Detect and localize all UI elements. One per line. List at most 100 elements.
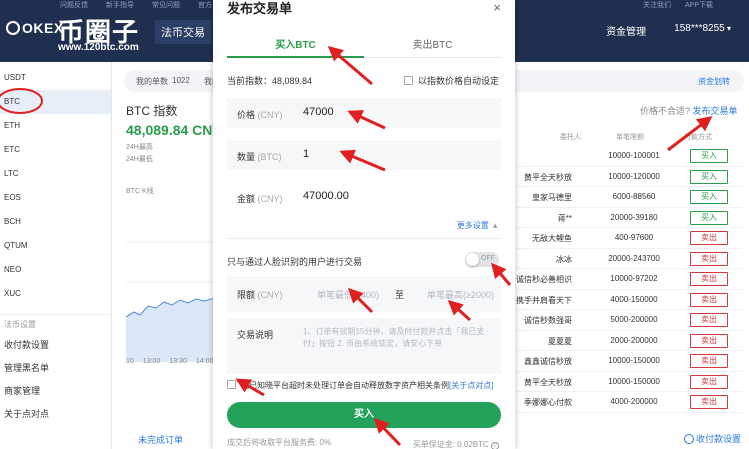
trader-name[interactable]: 季娜娜心付款 [516, 397, 572, 408]
quantity-unit: (BTC) [257, 152, 282, 162]
table-row: 夏夏夏 2000-200000 卖出 [512, 331, 742, 351]
post-order-link[interactable]: 发布交易单 [693, 106, 738, 116]
table-row: 诚信秒数强哥 5000-200000 卖出 [512, 310, 742, 331]
toggle-knob [466, 253, 479, 266]
trader-name[interactable]: 黄平全天秒放 [516, 377, 572, 388]
row-sell-button[interactable]: 卖出 [690, 292, 728, 307]
trader-name[interactable]: 夏夏夏 [516, 336, 572, 347]
row-buy-button[interactable]: 买入 [690, 149, 728, 163]
row-limit: 6000-88560 [612, 192, 656, 201]
trader-name[interactable]: 皇家马德里 [516, 192, 572, 203]
table-row: 黄平全天秒放 10000-120000 买入 [512, 167, 742, 187]
quantity-input[interactable]: 1 [303, 148, 309, 160]
face-verify-label: 只与通过人脸识别的用户进行交易 [227, 257, 363, 267]
sidebar-item-payment-settings[interactable]: 收付款设置 [0, 334, 111, 357]
my-orders-value: 1022 [172, 76, 190, 85]
account-menu[interactable]: 158***8255 [674, 23, 731, 38]
row-limit: 10000-150000 [608, 356, 660, 365]
top-small-menu: 问题反馈 新手指导 常见问题 官方公告 [60, 0, 226, 9]
sidebar-coin-etc[interactable]: ETC [0, 138, 111, 162]
menu-faq[interactable]: 常见问题 [152, 0, 180, 9]
trader-name[interactable]: 无敌大鲤鱼 [516, 233, 572, 244]
quantity-label: 数量 [237, 152, 256, 162]
okex-logo[interactable]: OKEX [6, 20, 64, 36]
sidebar-coin-btc[interactable]: BTC [0, 90, 111, 114]
menu-guide[interactable]: 新手指导 [106, 0, 134, 9]
payment-settings-link[interactable]: 收付款设置 [684, 432, 741, 445]
orders-table: 10000-100001 买入 黄平全天秒放 10000-120000 买入 皇家马德里 6… [512, 146, 742, 413]
trader-name[interactable]: 黄平全天秒放 [516, 172, 572, 183]
sidebar-coin-eth[interactable]: ETH [0, 114, 111, 138]
price-field[interactable]: 价格 (CNY) 47000 [227, 98, 501, 128]
agreement-text: 我已知晓平台超时未处理订单会自动释放数字资产相关条例 [241, 381, 449, 390]
help-icon[interactable]: ? [491, 442, 499, 449]
nav-right: 资金管理 158***8255 [606, 23, 731, 38]
row-buy-button[interactable]: 买入 [690, 190, 728, 204]
row-buy-button[interactable]: 买入 [690, 169, 728, 184]
price-input[interactable]: 47000 [303, 106, 334, 118]
follow-us-link[interactable]: 关注我们 [643, 0, 671, 10]
sidebar-coin-qtum[interactable]: QTUM [0, 234, 111, 258]
left-sidebar: USDT BTC ETH ETC LTC EOS BCH QTUM NEO XU… [0, 62, 112, 449]
row-sell-button[interactable]: 卖出 [690, 333, 728, 348]
row-sell-button[interactable]: 卖出 [690, 313, 728, 327]
active-tab-indicator [227, 56, 364, 58]
time-axis: 10 13:00 13:30 14:00 [126, 358, 213, 365]
sidebar-coin-neo[interactable]: NEO [0, 258, 111, 282]
sidebar-coin-usdt[interactable]: USDT [0, 66, 111, 90]
sidebar-coin-bch[interactable]: BCH [0, 210, 111, 234]
menu-feedback[interactable]: 问题反馈 [60, 0, 88, 9]
table-row: 季娜娜心付款 4000-200000 卖出 [512, 392, 742, 413]
table-row: 蒋** 20000-39180 买入 [512, 208, 742, 228]
close-icon[interactable]: × [493, 0, 501, 15]
my-orders-label: 我的单数 [136, 77, 168, 86]
auto-set-price-option[interactable]: 以指数价格自动设定 [403, 74, 499, 87]
kline-label: BTC K线 [126, 188, 154, 195]
row-sell-button[interactable]: 卖出 [690, 231, 728, 245]
price-area [126, 298, 216, 362]
row-sell-button[interactable]: 卖出 [690, 395, 728, 409]
trader-name[interactable]: 诚信秒数强哥 [516, 315, 572, 326]
unfinished-orders-link[interactable]: 未完成订单 [138, 433, 183, 446]
agreement-checkbox[interactable] [227, 380, 236, 389]
agreement-row: 我已知晓平台超时未处理订单会自动释放数字资产相关条例[关于点对点] [227, 380, 493, 391]
trader-name[interactable]: 鑫鑫诚信秒放 [516, 356, 572, 367]
row-sell-button[interactable]: 卖出 [690, 251, 728, 266]
app-download-link[interactable]: APP下载 [685, 0, 713, 10]
price-chart [126, 241, 216, 362]
amount-unit: (CNY) [257, 194, 283, 204]
row-buy-button[interactable]: 买入 [690, 210, 728, 225]
trader-name[interactable]: 冰冰 [516, 254, 572, 265]
sidebar-item-p2p-about[interactable]: 关于点对点 [0, 403, 111, 426]
tab-buy-btc[interactable]: 买入BTC [227, 36, 364, 51]
face-verify-toggle[interactable]: OFF [465, 252, 499, 267]
sidebar-item-blacklist[interactable]: 管理黑名单 [0, 357, 111, 380]
sidebar-coin-eos[interactable]: EOS [0, 186, 111, 210]
description-textarea[interactable]: 1、订单有效期15分钟，请及时付款并点击「我已支付」按钮 2. 币由系统锁定，请… [303, 326, 493, 350]
amount-value: 47000.00 [303, 190, 349, 202]
p2p-terms-link[interactable]: [关于点对点] [449, 381, 493, 390]
buy-button[interactable]: 买入 [227, 402, 501, 428]
transfer-link[interactable]: 资金划转 [698, 76, 730, 87]
sidebar-item-merchant[interactable]: 商家管理 [0, 380, 111, 403]
trader-name[interactable]: 诚信秒必善相识 [516, 274, 572, 285]
more-settings-toggle[interactable]: 更多设置 ▲ [457, 220, 499, 231]
sidebar-coin-ltc[interactable]: LTC [0, 162, 111, 186]
tab-sell-btc[interactable]: 卖出BTC [364, 36, 501, 51]
funds-management-link[interactable]: 资金管理 [606, 23, 646, 38]
quantity-field[interactable]: 数量 (BTC) 1 [227, 140, 501, 170]
sidebar-coin-xuc[interactable]: XUC [0, 282, 111, 306]
limit-min-input[interactable]: 单笔最低(≥400) [317, 288, 379, 301]
limit-max-input[interactable]: 单笔最高(≥2000) [427, 288, 494, 301]
row-sell-button[interactable]: 卖出 [690, 272, 728, 286]
trader-name[interactable]: 蒋** [516, 213, 572, 224]
amount-label: 金额 [237, 194, 256, 204]
trader-name[interactable]: 携手并肩看天下 [516, 295, 572, 306]
auto-set-checkbox[interactable] [403, 76, 413, 85]
table-row: 黄平全天秒放 10000-150000 卖出 [512, 372, 742, 392]
toggle-state: OFF [481, 255, 495, 262]
settings-icon [684, 434, 694, 444]
row-sell-button[interactable]: 卖出 [690, 374, 728, 389]
nav-tab-fiat-trade[interactable]: 法币交易 [155, 20, 211, 44]
row-sell-button[interactable]: 卖出 [690, 354, 728, 368]
